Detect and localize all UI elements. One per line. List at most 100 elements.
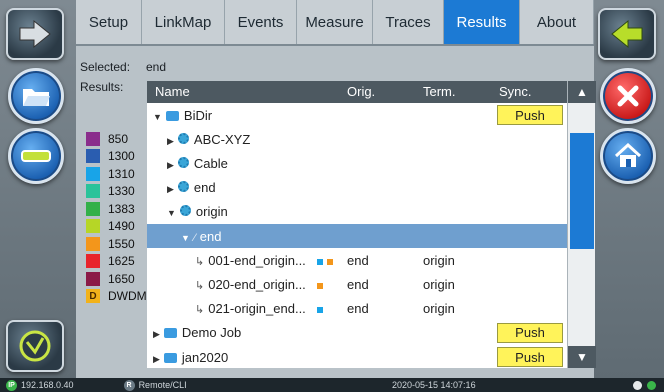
- row-name-cell: ▼ origin: [167, 204, 228, 219]
- trace-branch-icon: ↳: [195, 304, 205, 317]
- column-term[interactable]: Term.: [423, 84, 456, 99]
- expand-right-icon[interactable]: ▶: [167, 136, 174, 146]
- tab-results[interactable]: Results: [444, 0, 520, 44]
- legend-swatch: [86, 236, 100, 251]
- table-row[interactable]: ▼ origin: [147, 200, 567, 224]
- expand-down-icon[interactable]: ▼: [167, 208, 176, 218]
- row-name-cell: ▶ Demo Job: [153, 325, 241, 340]
- gear-icon: [179, 205, 191, 217]
- status-bar: IP 192.168.0.40 R Remote/CLI 2020-05-15 …: [0, 378, 664, 392]
- main-area: Setup LinkMap Events Measure Traces Resu…: [76, 0, 596, 378]
- gear-icon: [177, 181, 189, 193]
- legend-swatch: [86, 219, 100, 234]
- row-name-cell: ↳ 021-origin_end...: [195, 301, 306, 316]
- row-term: origin: [423, 301, 455, 317]
- remote-status: Remote/CLI: [138, 380, 187, 390]
- table-row[interactable]: ↳ 021-origin_end... end origin: [147, 297, 567, 321]
- scroll-up-button[interactable]: ▲: [568, 81, 596, 103]
- column-name[interactable]: Name: [155, 84, 190, 99]
- legend-item: D DWDM: [86, 288, 147, 306]
- row-name-cell: ▶ Cable: [167, 156, 228, 171]
- table-row[interactable]: ▼ ⁄ end: [147, 224, 567, 249]
- row-name: Demo Job: [181, 325, 242, 341]
- row-name-cell: ↳ 020-end_origin...: [195, 277, 306, 292]
- legend-item: 1650: [86, 270, 147, 288]
- wavelength-marker-icon: [317, 282, 323, 289]
- close-icon: [617, 85, 639, 107]
- tab-events[interactable]: Events: [225, 0, 297, 44]
- expand-down-icon[interactable]: ▼: [181, 233, 190, 243]
- row-term: origin: [423, 276, 455, 292]
- expand-right-icon[interactable]: ▶: [167, 184, 174, 194]
- scrollbar[interactable]: ▲ ▼: [567, 81, 596, 368]
- home-icon: [614, 143, 642, 167]
- tab-traces[interactable]: Traces: [373, 0, 444, 44]
- row-name: BiDir: [183, 107, 213, 123]
- table-row[interactable]: ↳ 020-end_origin... end origin: [147, 272, 567, 296]
- app-logo-button[interactable]: [6, 320, 64, 372]
- table-row[interactable]: ▶ Demo Job Push: [147, 321, 567, 345]
- expand-right-icon[interactable]: ▶: [153, 354, 160, 364]
- scroll-down-button[interactable]: ▼: [568, 346, 596, 368]
- left-panel: [0, 0, 76, 378]
- table-row[interactable]: ↳ 001-end_origin... end origin: [147, 248, 567, 272]
- table-body: ▼ BiDir Push ▶ ABC-XYZ ▶ Cable ▶ end ▼ origin ▼ ⁄ end…: [147, 103, 595, 368]
- table-row[interactable]: ▶ jan2020 Push: [147, 345, 567, 369]
- tab-about[interactable]: About: [520, 0, 594, 44]
- wavelength-legend: 850 1300 1310 1330 1383 1490 1550 1625 1…: [86, 130, 147, 305]
- row-name-cell: ▶ jan2020: [153, 350, 228, 365]
- scroll-thumb[interactable]: [570, 133, 594, 249]
- settings-icon[interactable]: [633, 380, 642, 390]
- ip-address: 192.168.0.40: [21, 380, 74, 390]
- legend-label: DWDM: [108, 289, 147, 304]
- push-button[interactable]: Push: [497, 322, 563, 343]
- tab-linkmap[interactable]: LinkMap: [142, 0, 225, 44]
- ip-badge: IP: [6, 379, 17, 391]
- back-button[interactable]: [598, 8, 656, 60]
- legend-swatch: [86, 131, 100, 146]
- column-sync[interactable]: Sync.: [499, 84, 532, 99]
- expand-down-icon[interactable]: ▼: [153, 112, 162, 122]
- wavelength-marker-icon: [317, 258, 323, 265]
- tab-bar: Setup LinkMap Events Measure Traces Resu…: [76, 0, 594, 46]
- legend-swatch: [86, 271, 100, 286]
- gear-icon: [177, 132, 189, 144]
- table-row[interactable]: ▶ ABC-XYZ: [147, 127, 567, 151]
- triangle-down-icon: ▼: [576, 350, 588, 364]
- remote-badge: R: [123, 379, 135, 391]
- legend-swatch: [86, 201, 100, 216]
- close-button[interactable]: [600, 68, 656, 124]
- wavelength-markers: [317, 277, 327, 292]
- legend-label: 1383: [108, 201, 135, 216]
- triangle-up-icon: ▲: [576, 85, 588, 99]
- forward-button[interactable]: [6, 8, 64, 60]
- expand-right-icon[interactable]: ▶: [167, 160, 174, 170]
- legend-label: 1310: [108, 166, 135, 181]
- wavelength-marker-icon: [317, 307, 323, 314]
- trace-branch-icon: ↳: [195, 279, 205, 292]
- open-folder-button[interactable]: [8, 68, 64, 124]
- connection-icon: [647, 380, 656, 390]
- minimize-button[interactable]: [8, 128, 64, 184]
- legend-item: 1310: [86, 165, 147, 183]
- expand-right-icon[interactable]: ▶: [153, 329, 160, 339]
- legend-item: 1330: [86, 183, 147, 201]
- table-row[interactable]: ▶ end: [147, 176, 567, 200]
- push-button[interactable]: Push: [497, 105, 563, 125]
- wavelength-markers: [317, 301, 327, 316]
- legend-swatch: [86, 184, 100, 199]
- column-orig[interactable]: Orig.: [347, 84, 375, 99]
- home-button[interactable]: [600, 128, 656, 184]
- legend-item: 1490: [86, 218, 147, 236]
- row-name-cell: ▶ ABC-XYZ: [167, 132, 250, 147]
- tab-measure[interactable]: Measure: [297, 0, 373, 44]
- wavelength-markers: [317, 253, 337, 268]
- table-row[interactable]: ▶ Cable: [147, 151, 567, 175]
- push-button[interactable]: Push: [497, 347, 563, 367]
- legend-label: 850: [108, 131, 129, 146]
- legend-item: 1300: [86, 148, 147, 166]
- table-row[interactable]: ▼ BiDir Push: [147, 103, 567, 127]
- tab-setup[interactable]: Setup: [76, 0, 142, 44]
- logo-icon: [19, 330, 51, 362]
- results-label: Results:: [80, 80, 124, 94]
